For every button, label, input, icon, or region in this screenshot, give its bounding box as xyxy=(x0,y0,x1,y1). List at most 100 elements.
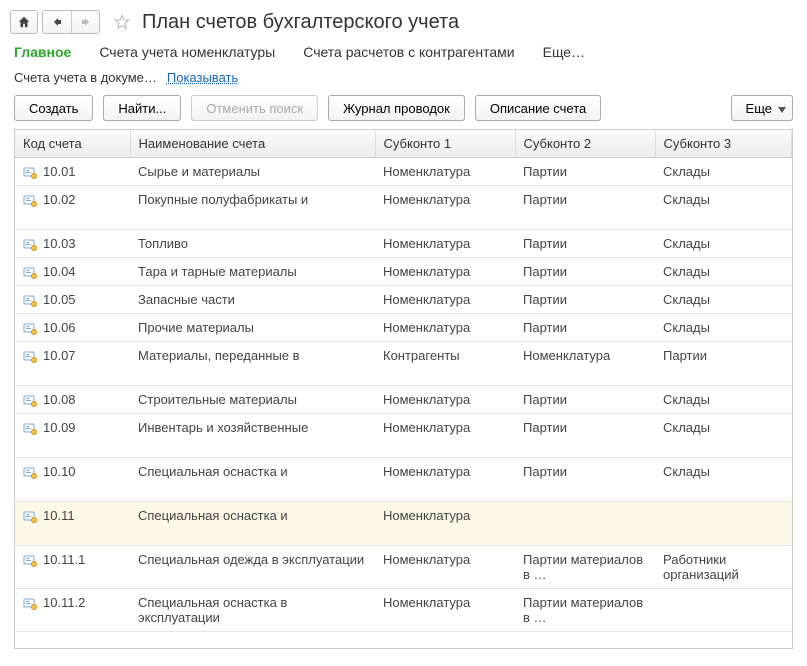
cell-sub1: Номенклатура xyxy=(383,392,470,407)
filter-label: Счета учета в докуме… xyxy=(14,70,157,85)
table-row[interactable]: 10.01 Сырье и материалы Номенклатура Партии… xyxy=(15,158,792,186)
cell-code: 10.07 xyxy=(43,348,76,363)
cell-code: 10.01 xyxy=(43,164,76,179)
cell-sub2: Партии xyxy=(523,164,567,179)
cell-sub1: Номенклатура xyxy=(383,264,470,279)
cell-sub2: Номенклатура xyxy=(523,348,610,363)
cell-name: Прочие материалы xyxy=(138,320,254,335)
cell-sub3: Склады xyxy=(663,292,710,307)
cell-name: Тара и тарные материалы xyxy=(138,264,297,279)
cell-sub2: Партии xyxy=(523,292,567,307)
cell-sub1: Номенклатура xyxy=(383,192,470,207)
cell-code: 10.11.2 xyxy=(43,595,85,610)
account-icon xyxy=(23,293,37,307)
account-icon xyxy=(23,193,37,207)
table-row[interactable]: 10.05Запасные частиНоменклатураПартииСкл… xyxy=(15,286,792,314)
tab-main[interactable]: Главное xyxy=(14,44,71,60)
col-name[interactable]: Наименование счета xyxy=(130,130,375,158)
cell-code: 10.03 xyxy=(43,236,76,251)
cell-name: Специальная оснастка и xyxy=(138,464,288,479)
cell-sub1: Номенклатура xyxy=(383,552,470,567)
cell-sub1: Номенклатура xyxy=(383,164,470,179)
cell-sub1: Номенклатура xyxy=(383,508,470,523)
cell-sub2: Партии xyxy=(523,392,567,407)
col-sub1[interactable]: Субконто 1 xyxy=(375,130,515,158)
filter-link[interactable]: Показывать xyxy=(167,70,238,85)
col-sub3[interactable]: Субконто 3 xyxy=(655,130,792,158)
account-icon xyxy=(23,421,37,435)
more-button[interactable]: Еще xyxy=(731,95,793,121)
cell-sub1: Номенклатура xyxy=(383,236,470,251)
home-icon xyxy=(17,15,31,29)
cancel-search-button: Отменить поиск xyxy=(191,95,318,121)
back-button[interactable] xyxy=(43,11,71,33)
tab-nomenclature[interactable]: Счета учета номенклатуры xyxy=(99,44,275,60)
table-row[interactable]: 10.09Инвентарь и хозяйственныеНоменклату… xyxy=(15,414,792,458)
accounts-table-wrap[interactable]: Код счета Наименование счета Субконто 1 … xyxy=(14,129,793,649)
table-row[interactable]: 10.07Материалы, переданные вКонтрагентыН… xyxy=(15,342,792,386)
col-sub2[interactable]: Субконто 2 xyxy=(515,130,655,158)
cell-name: Сырье и материалы xyxy=(138,164,260,179)
table-row[interactable]: 10.10 Специальная оснастка и Номенклатура П… xyxy=(15,458,792,502)
find-button[interactable]: Найти... xyxy=(103,95,181,121)
cell-code: 10.11 xyxy=(43,508,75,523)
cell-sub2: Партии xyxy=(523,320,567,335)
cell-name: Запасные части xyxy=(138,292,235,307)
account-icon xyxy=(23,349,37,363)
cell-name: Покупные полуфабрикаты и xyxy=(138,192,308,207)
table-row[interactable]: 10.11.2Специальная оснастка в эксплуатац… xyxy=(15,589,792,632)
cell-code: 10.06 xyxy=(43,320,76,335)
cell-sub2: Партии xyxy=(523,192,567,207)
table-row[interactable]: 10.02Покупные полуфабрикаты иНоменклатур… xyxy=(15,186,792,230)
tab-contractors[interactable]: Счета расчетов с контрагентами xyxy=(303,44,514,60)
cell-sub2: Партии xyxy=(523,464,567,479)
account-icon xyxy=(23,165,37,179)
cell-sub2: Партии xyxy=(523,420,567,435)
cell-sub2: Партии xyxy=(523,264,567,279)
table-row[interactable]: 10.04 Тара и тарные материалы Номенклатура… xyxy=(15,258,792,286)
accounts-table: Код счета Наименование счета Субконто 1 … xyxy=(15,130,792,632)
cell-sub3: Склады xyxy=(663,320,710,335)
cell-code: 10.10 xyxy=(43,464,76,479)
cell-code: 10.04 xyxy=(43,264,76,279)
cell-sub1: Номенклатура xyxy=(383,320,470,335)
cell-sub2: Партии xyxy=(523,236,567,251)
cell-sub3: Склады xyxy=(663,420,710,435)
cell-sub3: Склады xyxy=(663,164,710,179)
cell-name: Строительные материалы xyxy=(138,392,297,407)
cell-sub3: Склады xyxy=(663,264,710,279)
forward-button[interactable] xyxy=(71,11,99,33)
cell-sub1: Номенклатура xyxy=(383,464,470,479)
cell-sub1: Контрагенты xyxy=(383,348,460,363)
cell-sub2: Партии материалов в … xyxy=(523,595,643,625)
account-icon xyxy=(23,596,37,610)
table-row[interactable]: 10.03 Топливо Номенклатура Партии Склады xyxy=(15,230,792,258)
cell-name: Инвентарь и хозяйственные xyxy=(138,420,308,435)
tab-more[interactable]: Еще… xyxy=(543,44,586,60)
account-icon xyxy=(23,237,37,251)
cell-name: Топливо xyxy=(138,236,188,251)
table-row[interactable]: 10.06 Прочие материалы Номенклатура Партии С… xyxy=(15,314,792,342)
account-icon xyxy=(23,321,37,335)
home-button[interactable] xyxy=(10,10,38,34)
description-button[interactable]: Описание счета xyxy=(475,95,601,121)
tabs: Главное Счета учета номенклатуры Счета р… xyxy=(8,40,799,68)
cell-code: 10.11.1 xyxy=(43,552,85,567)
cell-sub3: Склады xyxy=(663,236,710,251)
cell-name: Специальная одежда в эксплуатации xyxy=(138,552,364,567)
chevron-down-icon xyxy=(778,101,786,116)
cell-sub3: Склады xyxy=(663,392,710,407)
cell-sub3: Работники организаций xyxy=(663,552,739,582)
table-row[interactable]: 10.11Специальная оснастка иНоменклатура xyxy=(15,502,792,546)
cell-sub1: Номенклатура xyxy=(383,595,470,610)
cell-sub3: Склады xyxy=(663,464,710,479)
arrow-right-icon xyxy=(80,16,92,28)
journal-button[interactable]: Журнал проводок xyxy=(328,95,465,121)
toolbar: Создать Найти... Отменить поиск Журнал п… xyxy=(8,95,799,129)
table-row[interactable]: 10.11.1 Специальная одежда в эксплуатации… xyxy=(15,546,792,589)
create-button[interactable]: Создать xyxy=(14,95,93,121)
cell-sub1: Номенклатура xyxy=(383,420,470,435)
col-code[interactable]: Код счета xyxy=(15,130,130,158)
favorite-button[interactable] xyxy=(110,10,134,34)
table-row[interactable]: 10.08Строительные материалыНоменклатураП… xyxy=(15,386,792,414)
